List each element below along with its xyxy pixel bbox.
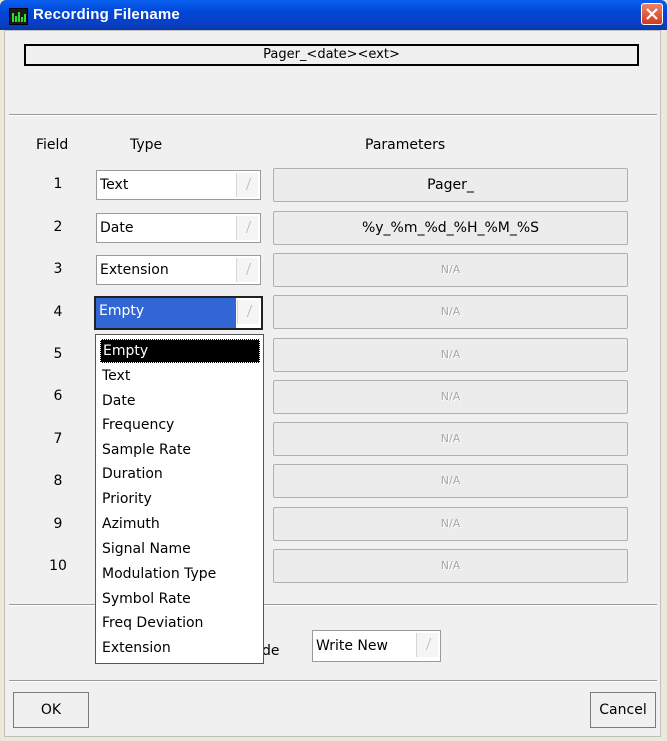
parameter-button-8: N/A xyxy=(273,464,628,498)
dropdown-option[interactable]: Sample Rate xyxy=(100,439,260,463)
mode-label: de xyxy=(262,643,280,659)
type-select-4[interactable]: Empty xyxy=(94,296,263,330)
row-number: 3 xyxy=(53,261,63,277)
divider xyxy=(9,114,657,116)
row-number: 7 xyxy=(53,431,63,447)
dropdown-option[interactable]: Modulation Type xyxy=(100,563,260,587)
dropdown-option[interactable]: Frequency xyxy=(100,414,260,438)
parameter-button-2[interactable]: %y_%m_%d_%H_%M_%S xyxy=(273,211,628,245)
dropdown-arrow-icon[interactable] xyxy=(236,216,258,240)
filename-preview: Pager_<date><ext> xyxy=(24,44,639,66)
type-select-value: Extension xyxy=(100,262,169,278)
type-select-value: Text xyxy=(100,177,129,193)
type-select-2[interactable]: Date xyxy=(96,213,261,243)
parameter-button-4: N/A xyxy=(273,295,628,329)
dropdown-arrow-icon[interactable] xyxy=(236,173,258,197)
dropdown-option[interactable]: Date xyxy=(100,390,260,414)
dropdown-option[interactable]: Signal Name xyxy=(100,538,260,562)
ok-button[interactable]: OK xyxy=(13,692,89,728)
type-select-3[interactable]: Extension xyxy=(96,255,261,285)
parameter-button-1[interactable]: Pager_ xyxy=(273,168,628,202)
parameter-button-7: N/A xyxy=(273,422,628,456)
row-number: 1 xyxy=(53,176,63,192)
title-bar[interactable]: Recording Filename xyxy=(0,0,667,30)
divider xyxy=(9,680,657,682)
dropdown-option[interactable]: Extension xyxy=(100,637,260,661)
mode-select[interactable]: Write New xyxy=(312,630,441,662)
parameter-button-6: N/A xyxy=(273,380,628,414)
dropdown-option[interactable]: Freq Deviation xyxy=(100,612,260,636)
row-number: 10 xyxy=(49,558,67,574)
dropdown-arrow-icon[interactable] xyxy=(236,258,258,282)
header-field: Field xyxy=(36,137,69,153)
cancel-button[interactable]: Cancel xyxy=(590,692,656,728)
close-button[interactable] xyxy=(641,3,663,25)
audio-meter-icon xyxy=(9,8,28,25)
parameter-button-10: N/A xyxy=(273,549,628,583)
mode-select-value: Write New xyxy=(316,638,388,654)
type-select-1[interactable]: Text xyxy=(96,170,261,200)
type-select-value: Date xyxy=(100,220,134,236)
row-number: 8 xyxy=(53,473,63,489)
row-number: 5 xyxy=(53,346,63,362)
window-title: Recording Filename xyxy=(33,6,180,23)
type-dropdown-list[interactable]: Empty Text Date Frequency Sample Rate Du… xyxy=(95,334,264,664)
dropdown-option[interactable]: Text xyxy=(100,365,260,389)
parameter-button-5: N/A xyxy=(273,338,628,372)
row-number: 2 xyxy=(53,219,63,235)
parameter-button-3: N/A xyxy=(273,253,628,287)
dropdown-option[interactable]: Empty xyxy=(100,339,260,363)
dropdown-arrow-icon[interactable] xyxy=(237,300,259,324)
header-type: Type xyxy=(130,137,163,153)
dropdown-option[interactable]: Azimuth xyxy=(100,513,260,537)
dropdown-arrow-icon[interactable] xyxy=(416,633,438,657)
dropdown-option[interactable]: Priority xyxy=(100,488,260,512)
row-number: 9 xyxy=(53,516,63,532)
row-number: 6 xyxy=(53,388,63,404)
row-number: 4 xyxy=(53,304,63,320)
parameter-button-9: N/A xyxy=(273,507,628,541)
dropdown-option[interactable]: Symbol Rate xyxy=(100,588,260,612)
close-icon xyxy=(646,8,658,20)
header-parameters: Parameters xyxy=(365,137,446,153)
type-select-value: Empty xyxy=(96,298,236,328)
dropdown-option[interactable]: Duration xyxy=(100,463,260,487)
